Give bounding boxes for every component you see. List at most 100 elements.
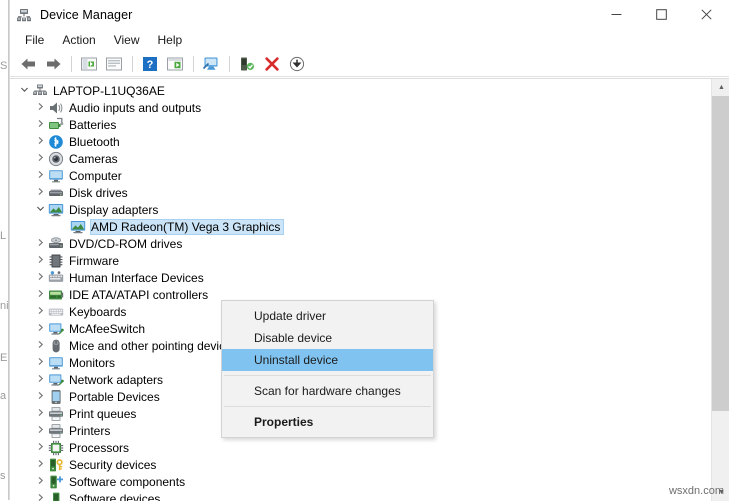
- chevron-right-icon[interactable]: [32, 340, 48, 351]
- context-menu-item[interactable]: Scan for hardware changes: [222, 380, 433, 402]
- tree-item[interactable]: LAPTOP-L1UQ36AE: [10, 82, 711, 99]
- context-menu-item[interactable]: Uninstall device: [222, 349, 433, 371]
- chevron-right-icon[interactable]: [32, 170, 48, 181]
- chevron-right-icon[interactable]: [32, 357, 48, 368]
- chevron-right-icon[interactable]: [32, 425, 48, 436]
- hid-icon: [48, 270, 64, 286]
- menu-help[interactable]: Help: [149, 31, 192, 49]
- properties-icon[interactable]: [102, 53, 126, 75]
- tree-item-label: Printers: [69, 424, 113, 438]
- battery-icon: [48, 117, 64, 133]
- tree-item-label: AMD Radeon(TM) Vega 3 Graphics: [91, 220, 283, 234]
- tree-item[interactable]: Computer: [10, 167, 711, 184]
- printer-icon: [48, 423, 64, 439]
- context-menu-item[interactable]: Properties: [222, 411, 433, 433]
- chevron-right-icon[interactable]: [32, 408, 48, 419]
- svg-text:?: ?: [147, 59, 154, 71]
- chevron-right-icon[interactable]: [32, 238, 48, 249]
- scrollbar-thumb[interactable]: [712, 96, 729, 411]
- back-arrow-icon[interactable]: [16, 53, 40, 75]
- tree-item-label: LAPTOP-L1UQ36AE: [53, 84, 168, 98]
- update-driver-icon[interactable]: [163, 53, 187, 75]
- background-text-fragment: L: [0, 230, 6, 242]
- tree-item-label: Keyboards: [69, 305, 129, 319]
- minimize-button[interactable]: [594, 0, 639, 29]
- tree-item-label: Bluetooth: [69, 135, 123, 149]
- uninstall-device-icon[interactable]: [260, 53, 284, 75]
- toolbar: ?: [10, 51, 729, 77]
- vertical-scrollbar[interactable]: ▲ ▼: [711, 79, 729, 501]
- chevron-right-icon[interactable]: [32, 119, 48, 130]
- tree-item[interactable]: Software components: [10, 473, 711, 490]
- chevron-right-icon[interactable]: [32, 102, 48, 113]
- tree-item[interactable]: Audio inputs and outputs: [10, 99, 711, 116]
- tree-item[interactable]: Bluetooth: [10, 133, 711, 150]
- tree-item[interactable]: Display adapters: [10, 201, 711, 218]
- window-controls: [594, 0, 729, 29]
- chevron-down-icon[interactable]: [32, 204, 48, 215]
- chevron-right-icon[interactable]: [32, 391, 48, 402]
- chevron-down-icon[interactable]: [16, 85, 32, 96]
- mouse-icon: [48, 338, 64, 354]
- ide-controller-icon: [48, 287, 64, 303]
- chevron-right-icon[interactable]: [32, 136, 48, 147]
- toolbar-separator: [71, 56, 72, 72]
- network-adapter-icon: [48, 321, 64, 337]
- show-hide-console-tree-icon[interactable]: [77, 53, 101, 75]
- tree-item[interactable]: Batteries: [10, 116, 711, 133]
- chevron-right-icon[interactable]: [32, 374, 48, 385]
- speaker-icon: [48, 100, 64, 116]
- content-area: LAPTOP-L1UQ36AEAudio inputs and outputsB…: [10, 78, 729, 500]
- tree-item[interactable]: DVD/CD-ROM drives: [10, 235, 711, 252]
- context-menu[interactable]: Update driverDisable deviceUninstall dev…: [221, 300, 434, 438]
- help-icon[interactable]: ?: [138, 53, 162, 75]
- chevron-right-icon[interactable]: [32, 442, 48, 453]
- menu-action[interactable]: Action: [53, 31, 104, 49]
- security-device-icon: [48, 457, 64, 473]
- display-adapter-icon: [48, 202, 64, 218]
- tree-item[interactable]: Firmware: [10, 252, 711, 269]
- tree-item-label: Software components: [69, 475, 188, 489]
- tree-item[interactable]: Disk drives: [10, 184, 711, 201]
- enable-device-icon[interactable]: [235, 53, 259, 75]
- tree-item[interactable]: Software devices: [10, 490, 711, 501]
- background-text-fragment: E: [0, 352, 7, 364]
- tree-item[interactable]: Human Interface Devices: [10, 269, 711, 286]
- tree-item[interactable]: Cameras: [10, 150, 711, 167]
- scroll-up-arrow-icon[interactable]: ▲: [712, 79, 729, 96]
- chevron-right-icon[interactable]: [32, 323, 48, 334]
- tree-item-label: Firmware: [69, 254, 122, 268]
- chevron-right-icon[interactable]: [32, 459, 48, 470]
- tree-item-label: Mice and other pointing devices: [69, 339, 241, 353]
- tree-item-label: Security devices: [69, 458, 159, 472]
- download-icon[interactable]: [285, 53, 309, 75]
- close-button[interactable]: [684, 0, 729, 29]
- portable-device-icon: [48, 389, 64, 405]
- scan-hardware-changes-icon[interactable]: [199, 53, 223, 75]
- context-menu-item[interactable]: Disable device: [222, 327, 433, 349]
- context-menu-separator: [224, 375, 431, 376]
- chevron-right-icon[interactable]: [32, 187, 48, 198]
- software-component-icon: [48, 474, 64, 490]
- menu-view[interactable]: View: [105, 31, 149, 49]
- chevron-right-icon[interactable]: [32, 255, 48, 266]
- context-menu-item[interactable]: Update driver: [222, 305, 433, 327]
- chevron-right-icon[interactable]: [32, 289, 48, 300]
- maximize-button[interactable]: [639, 0, 684, 29]
- keyboard-icon: [48, 304, 64, 320]
- bluetooth-icon: [48, 134, 64, 150]
- menu-file[interactable]: File: [16, 31, 53, 49]
- tree-item[interactable]: Processors: [10, 439, 711, 456]
- chevron-right-icon[interactable]: [32, 153, 48, 164]
- background-text-fragment: S: [0, 60, 7, 72]
- chevron-right-icon[interactable]: [32, 306, 48, 317]
- forward-arrow-icon[interactable]: [41, 53, 65, 75]
- chevron-right-icon[interactable]: [32, 272, 48, 283]
- device-manager-icon: [16, 7, 32, 23]
- tree-item[interactable]: AMD Radeon(TM) Vega 3 Graphics: [10, 218, 711, 235]
- chevron-right-icon[interactable]: [32, 476, 48, 487]
- tree-item-label: Cameras: [69, 152, 121, 166]
- tree-item[interactable]: Security devices: [10, 456, 711, 473]
- monitor-icon: [48, 355, 64, 371]
- tree-item-label: Portable Devices: [69, 390, 163, 404]
